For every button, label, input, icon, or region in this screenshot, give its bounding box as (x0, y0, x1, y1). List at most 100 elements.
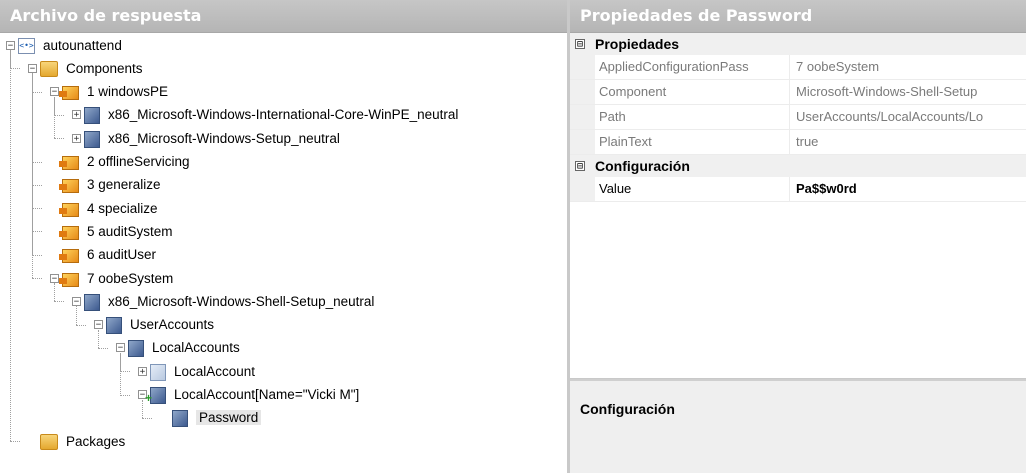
property-name: Path (595, 105, 790, 129)
expand-icon[interactable]: + (72, 133, 81, 143)
tree-connector (142, 399, 143, 418)
category-configuracion[interactable]: ⊟ Configuración (570, 155, 1026, 177)
tree-node-label: UserAccounts (130, 317, 215, 333)
tree-connector (54, 138, 64, 140)
config-pass-icon (59, 202, 79, 217)
tree-node[interactable]: − LocalAccounts (116, 337, 240, 359)
tree-node[interactable]: −LocalAccount[Name="Vicki M"] (138, 384, 359, 406)
tree-node[interactable]: − 7 oobeSystem (50, 267, 173, 289)
property-value: UserAccounts/LocalAccounts/Lo (796, 109, 984, 124)
tree-connector (32, 254, 42, 256)
tree-node-label: 6 auditUser (87, 247, 157, 263)
tree-node-label: LocalAccounts (152, 340, 240, 356)
tree-node[interactable]: 6 auditUser (50, 244, 156, 266)
tree-node[interactable]: − UserAccounts (94, 314, 214, 336)
tree-node[interactable]: + x86_Microsoft-Windows-Setup_neutral (72, 127, 340, 149)
component-add-icon (145, 387, 166, 404)
component-icon (84, 107, 100, 125)
property-value[interactable]: Pa$$w0rd (790, 177, 857, 201)
description-title: Configuración (580, 401, 675, 417)
tree-node-label: 7 oobeSystem (87, 270, 174, 286)
tree-node[interactable]: 4 specialize (50, 197, 158, 219)
config-pass-icon (59, 249, 79, 264)
tree-connector (32, 231, 42, 233)
component-icon (84, 130, 100, 148)
tree-node-label: 5 auditSystem (87, 223, 173, 239)
tree-node[interactable]: − x86_Microsoft-Windows-Shell-Setup_neutr… (72, 290, 374, 312)
tree-node-label: 2 offlineServicing (87, 154, 190, 169)
tree-connector (32, 91, 42, 93)
collapse-icon[interactable]: − (28, 63, 37, 73)
tree-connector (32, 73, 33, 278)
tree-connector (10, 441, 20, 443)
tree-node[interactable]: + x86_Microsoft-Windows-International-Cor… (72, 104, 458, 126)
category-propiedades[interactable]: ⊟ Propiedades (570, 33, 1026, 55)
collapse-icon[interactable]: ⊟ (575, 39, 585, 50)
tree-connector (32, 208, 42, 210)
tree-node[interactable]: 3 generalize (50, 174, 161, 196)
tree-node-label: Password (196, 410, 262, 426)
expand-icon[interactable]: + (72, 110, 81, 120)
properties-header: Propiedades de Password (570, 0, 1026, 33)
property-row[interactable]: Path UserAccounts/LocalAccounts/Lo (570, 105, 1026, 130)
tree-connector (10, 50, 11, 442)
property-row[interactable]: AppliedConfigurationPass 7 oobeSystem (570, 55, 1026, 80)
tree-node-label: 4 specialize (87, 200, 158, 216)
config-pass-icon (59, 156, 79, 170)
property-name: Value (595, 177, 790, 201)
tree-node-label: LocalAccount (174, 363, 256, 379)
tree-connector (142, 417, 152, 419)
config-pass-icon (59, 272, 79, 287)
tree-node[interactable]: Packages (28, 430, 125, 452)
row-gutter (570, 105, 595, 129)
tree-connector (120, 371, 130, 373)
xml-file-icon: <•> (18, 38, 35, 54)
answer-file-tree[interactable]: − <•> autounattend − Components −1 windowsPE +… (0, 33, 567, 473)
tree-node[interactable]: 2 offlineServicing (50, 151, 190, 173)
collapse-icon[interactable]: − (72, 296, 81, 306)
category-label: Configuración (595, 158, 690, 174)
property-name: AppliedConfigurationPass (595, 55, 790, 79)
collapse-icon[interactable]: − (116, 343, 125, 353)
tree-node[interactable]: + LocalAccount (138, 360, 255, 382)
property-row[interactable]: Component Microsoft-Windows-Shell-Setup (570, 80, 1026, 105)
expand-icon[interactable]: + (138, 366, 147, 376)
tree-node[interactable]: 5 auditSystem (50, 220, 173, 242)
tree-connector (32, 278, 42, 279)
collapse-icon[interactable]: − (50, 87, 59, 97)
collapse-icon[interactable]: ⊟ (575, 161, 585, 172)
tree-connector (98, 329, 99, 348)
property-name: Component (595, 80, 790, 104)
config-pass-icon (59, 225, 79, 240)
tree-connector (54, 96, 55, 139)
collapse-icon[interactable]: − (6, 40, 15, 50)
collapse-icon[interactable]: − (50, 273, 59, 283)
tree-connector (54, 114, 64, 116)
tree-node[interactable]: − <•> autounattend (6, 34, 122, 56)
category-label: Propiedades (595, 36, 680, 52)
config-pass-icon (59, 86, 79, 101)
tree-node-label: 1 windowsPE (87, 84, 169, 100)
tree-node[interactable]: − Components (28, 57, 143, 79)
component-icon (84, 293, 100, 311)
component-icon (128, 340, 144, 358)
property-value: true (796, 134, 819, 149)
tree-connector (120, 352, 121, 395)
tree-node[interactable]: Password (160, 407, 262, 429)
tree-connector (76, 306, 77, 325)
component-icon (106, 317, 122, 335)
property-row[interactable]: PlainText true (570, 130, 1026, 155)
tree-node-label: x86_Microsoft-Windows-International-Core… (108, 107, 459, 123)
tree-connector (120, 394, 130, 396)
property-row[interactable]: Value Pa$$w0rd (570, 177, 1026, 202)
collapse-icon[interactable]: − (94, 320, 103, 330)
folder-icon (40, 61, 58, 78)
tree-connector (54, 283, 55, 302)
tree-connector (32, 184, 42, 186)
answer-file-header: Archivo de respuesta (0, 0, 567, 33)
row-gutter (570, 80, 595, 104)
tree-node[interactable]: − 1 windowsPE (50, 81, 168, 103)
tree-connector (32, 161, 42, 163)
tree-node-label: Components (66, 60, 143, 76)
tree-connector (98, 347, 108, 349)
